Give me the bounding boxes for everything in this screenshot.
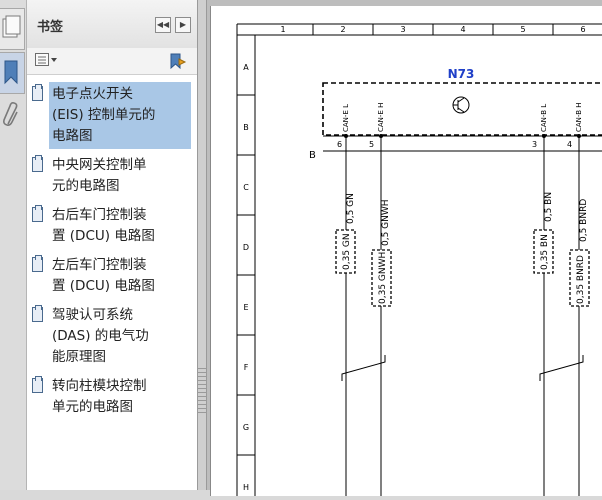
row-label: G <box>243 423 249 432</box>
connector-label: 0,35 GNWH <box>378 252 388 304</box>
panel-title: 书签 <box>37 20 64 35</box>
pin-number: 6 <box>337 140 342 149</box>
wire-label: 0,5 BNRD <box>579 199 589 242</box>
bookmark-label-line: 右后车门控制装 <box>52 207 147 223</box>
transistor-icon <box>452 96 470 114</box>
find-bookmark-icon[interactable] <box>169 53 187 70</box>
twisted-pair-marker <box>341 355 584 381</box>
pin-number: 5 <box>369 140 374 149</box>
bookmarks-panel-header: 书签 ◀◀ ▶ <box>27 0 197 49</box>
row-label: B <box>243 123 249 132</box>
bookmark-label-line: 元的电路图 <box>52 178 120 194</box>
column-label: 3 <box>400 25 405 34</box>
connector-label: 0,35 GN <box>342 233 352 270</box>
attachments-tab[interactable] <box>0 96 24 132</box>
row-label: F <box>244 363 249 372</box>
column-label: 1 <box>280 25 285 34</box>
connector-label: 0,35 BNRD <box>576 255 586 304</box>
navigation-tab-strip <box>0 0 27 490</box>
wire-label: 0,5 GNWH <box>381 199 391 246</box>
row-label: H <box>243 483 249 492</box>
bookmark-item[interactable]: 驾驶认可系统 (DAS) 的电气功 能原理图 <box>32 303 191 370</box>
bookmark-icon <box>32 205 43 222</box>
component-outline <box>322 82 602 136</box>
bookmarks-panel: 书签 ◀◀ ▶ 电子点火开关 (EIS) 控制单元的 电路图 中央网关控制单 元… <box>27 0 198 490</box>
bookmark-item[interactable]: 右后车门控制装 置 (DCU) 电路图 <box>32 203 191 249</box>
options-menu-icon[interactable] <box>35 53 59 67</box>
pin-name: CAN-B L <box>540 104 548 132</box>
bookmark-label-line: 置 (DCU) 电路图 <box>52 228 155 244</box>
circuit-diagram: 1 2 3 4 5 6 A B C D E F G H N73 B CAN-E … <box>236 23 602 496</box>
bookmark-item[interactable]: 左后车门控制装 置 (DCU) 电路图 <box>32 253 191 299</box>
splitter-grip[interactable] <box>198 368 206 416</box>
column-label: 4 <box>460 25 465 34</box>
bookmark-label-line: 中央网关控制单 <box>52 157 147 173</box>
bookmark-label-line: 置 (DCU) 电路图 <box>52 278 155 294</box>
double-left-arrow-icon[interactable]: ◀◀ <box>155 17 171 33</box>
bookmark-label-line: 转向柱模块控制 <box>52 378 147 394</box>
bookmark-icon <box>32 84 43 101</box>
bookmark-label-line: 驾驶认可系统 <box>52 307 133 323</box>
column-label: 6 <box>580 25 585 34</box>
bookmark-label-line: 单元的电路图 <box>52 399 133 415</box>
document-page: 1 2 3 4 5 6 A B C D E F G H N73 B CAN-E … <box>210 6 602 496</box>
pages-icon <box>2 15 21 38</box>
side-label: B <box>309 150 316 161</box>
wire-label: 0,5 BN <box>544 192 554 222</box>
pin-name: CAN-E H <box>377 103 385 132</box>
row-label: A <box>243 63 249 72</box>
bookmark-label-line: 电路图 <box>52 128 93 144</box>
column-label: 5 <box>520 25 525 34</box>
wire-label: 0,5 GN <box>346 193 356 224</box>
bookmark-list: 电子点火开关 (EIS) 控制单元的 电路图 中央网关控制单 元的电路图 右后车… <box>27 78 197 424</box>
bookmark-icon <box>32 155 43 172</box>
bookmark-label-line: 电子点火开关 <box>52 86 133 102</box>
bookmark-label-line: (EIS) 控制单元的 <box>52 107 156 123</box>
bookmarks-toolbar <box>27 48 197 75</box>
pages-tab[interactable] <box>0 8 25 50</box>
right-arrow-icon[interactable]: ▶ <box>175 17 191 33</box>
pin-number: 3 <box>532 140 537 149</box>
paperclip-icon <box>3 102 18 126</box>
panel-splitter[interactable] <box>198 0 207 490</box>
connector-label: 0,35 BN <box>540 234 550 270</box>
row-label: E <box>243 303 248 312</box>
bookmark-icon <box>32 305 43 322</box>
row-label: C <box>243 183 249 192</box>
column-label: 2 <box>340 25 345 34</box>
wire-lines <box>345 136 580 496</box>
bookmark-label-line: 左后车门控制装 <box>52 257 147 273</box>
pin-name: CAN-E L <box>342 104 350 132</box>
document-view[interactable]: 1 2 3 4 5 6 A B C D E F G H N73 B CAN-E … <box>207 0 602 496</box>
bookmark-item[interactable]: 中央网关控制单 元的电路图 <box>32 153 191 199</box>
bookmark-label-line: 能原理图 <box>52 349 106 365</box>
row-label: D <box>243 243 249 252</box>
pin-number: 4 <box>567 140 572 149</box>
bookmark-icon <box>32 255 43 272</box>
bookmark-icon <box>4 60 18 85</box>
bookmark-label-line: (DAS) 的电气功 <box>52 328 149 344</box>
pin-name: CAN-B H <box>575 103 583 132</box>
component-label: N73 <box>448 67 475 81</box>
bookmark-item[interactable]: 转向柱模块控制 单元的电路图 <box>32 374 191 420</box>
bookmark-icon <box>32 376 43 393</box>
bookmark-item[interactable]: 电子点火开关 (EIS) 控制单元的 电路图 <box>32 82 191 149</box>
bookmarks-tab[interactable] <box>0 52 25 94</box>
